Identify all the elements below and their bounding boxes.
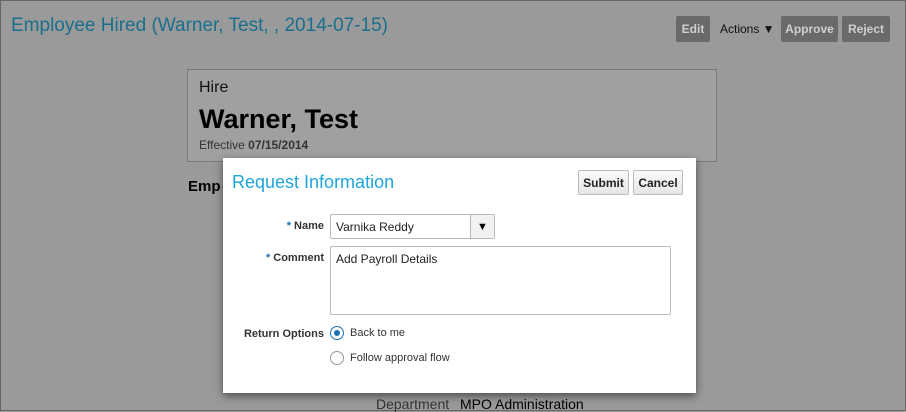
effective-value: 07/15/2014 [248, 138, 309, 152]
approve-button[interactable]: Approve [781, 16, 838, 42]
edit-button[interactable]: Edit [676, 16, 710, 42]
comment-label: * Comment [224, 252, 324, 264]
radio-unselected-icon[interactable] [330, 351, 344, 365]
radio-label: Back to me [350, 327, 406, 339]
chevron-down-icon[interactable]: ▼ [470, 215, 494, 238]
dialog-title: Request Information [232, 172, 395, 192]
cancel-button[interactable]: Cancel [633, 170, 683, 195]
department-value: MPO Administration [460, 396, 584, 412]
request-information-dialog: Request Information Submit Cancel * Name … [223, 158, 696, 393]
radio-selected-icon[interactable] [330, 326, 344, 340]
page: Employee Hired (Warner, Test, , 2014-07-… [0, 0, 906, 412]
page-title: Employee Hired (Warner, Test, , 2014-07-… [11, 15, 389, 36]
name-label-text: Name [294, 220, 324, 232]
radio-back-to-me[interactable]: Back to me [330, 326, 405, 340]
effective-label: Effective [199, 138, 245, 152]
name-select[interactable]: Varnika Reddy ▼ [330, 214, 495, 239]
name-label: * Name [224, 220, 324, 232]
reject-button[interactable]: Reject [842, 16, 890, 42]
required-icon: * [265, 252, 271, 264]
department-label: Department [376, 396, 450, 412]
section-heading: Emp [188, 178, 221, 195]
comment-label-text: Comment [273, 252, 324, 264]
radio-follow-approval-flow[interactable]: Follow approval flow [330, 351, 450, 365]
effective-date: Effective 07/15/2014 [199, 138, 308, 152]
hire-card: Hire Warner, Test Effective 07/15/2014 [187, 69, 717, 162]
card-type: Hire [199, 79, 229, 96]
return-options-label: Return Options [243, 328, 324, 340]
comment-textarea[interactable]: Add Payroll Details [330, 246, 671, 315]
name-value: Varnika Reddy [336, 220, 414, 234]
employee-name: Warner, Test [199, 104, 359, 134]
submit-button[interactable]: Submit [578, 170, 629, 195]
radio-label: Follow approval flow [350, 352, 450, 364]
actions-menu[interactable]: Actions ▼ [720, 22, 775, 36]
required-icon: * [286, 220, 292, 232]
